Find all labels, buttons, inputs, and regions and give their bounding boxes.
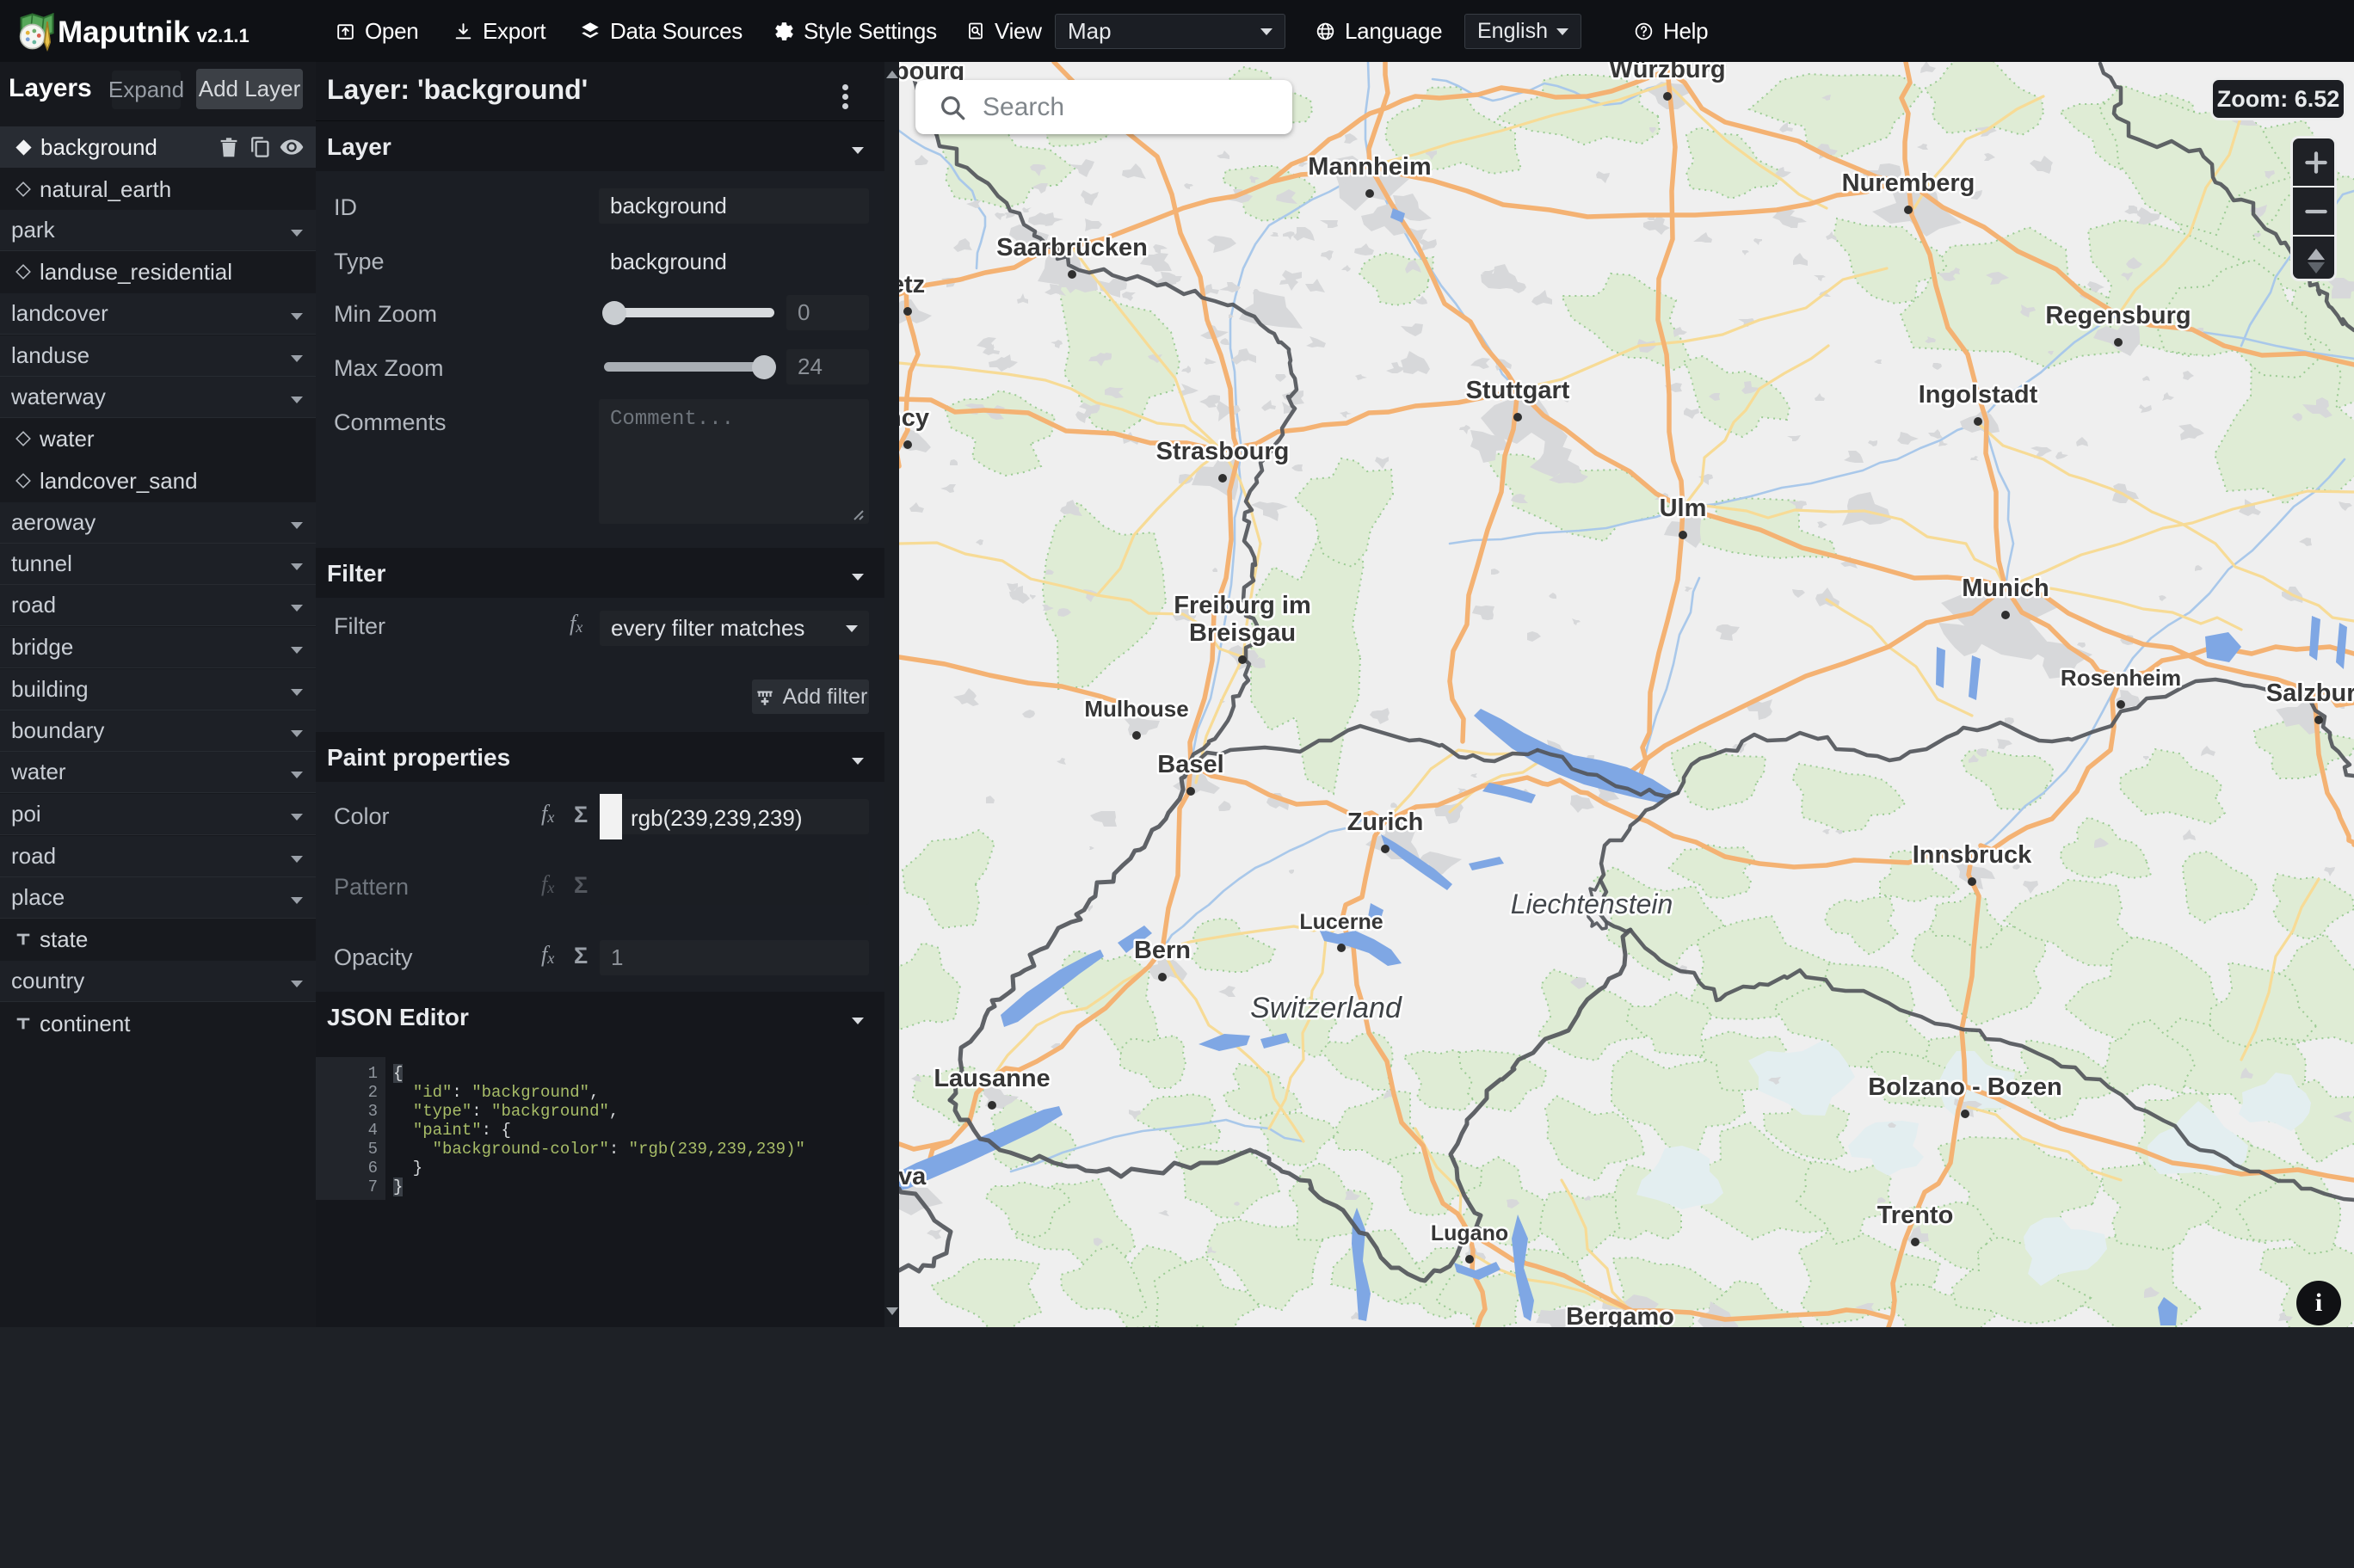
svg-text:Zurich: Zurich — [1347, 809, 1424, 836]
svg-text:Rosenheim: Rosenheim — [2061, 665, 2181, 691]
svg-text:Strasbourg: Strasbourg — [1156, 438, 1290, 465]
svg-text:Mulhouse: Mulhouse — [1084, 696, 1188, 722]
svg-text:Bolzano - Bozen: Bolzano - Bozen — [1868, 1073, 2062, 1101]
svg-text:Innsbruck: Innsbruck — [1913, 841, 2032, 869]
svg-text:Salzburg: Salzburg — [2266, 679, 2354, 707]
svg-text:etz: etz — [899, 271, 925, 298]
svg-text:Liechtenstein: Liechtenstein — [1511, 889, 1673, 919]
svg-text:Mannheim: Mannheim — [1308, 153, 1431, 181]
svg-text:Nuremberg: Nuremberg — [1842, 169, 1975, 197]
svg-text:Trento: Trento — [1877, 1202, 1954, 1229]
svg-text:Bern: Bern — [1134, 937, 1191, 964]
svg-text:Bergamo: Bergamo — [1566, 1303, 1674, 1327]
svg-text:Ulm: Ulm — [1660, 495, 1707, 522]
svg-text:Ingolstadt: Ingolstadt — [1919, 381, 2038, 409]
svg-text:Basel: Basel — [1157, 751, 1223, 778]
svg-text:Switzerland: Switzerland — [1250, 992, 1402, 1024]
svg-text:eva: eva — [899, 1163, 927, 1190]
svg-text:Lucerne: Lucerne — [1299, 910, 1383, 934]
svg-text:ncy: ncy — [899, 404, 929, 432]
svg-text:Freiburg im: Freiburg im — [1174, 592, 1311, 619]
svg-text:Würzburg: Würzburg — [1609, 62, 1725, 83]
svg-text:Lausanne: Lausanne — [934, 1065, 1050, 1092]
svg-text:Regensburg: Regensburg — [2045, 302, 2191, 329]
svg-text:Munich: Munich — [1962, 575, 2049, 602]
svg-text:Stuttgart: Stuttgart — [1466, 377, 1570, 404]
svg-text:Saarbrücken: Saarbrücken — [996, 234, 1148, 261]
svg-text:Breisgau: Breisgau — [1189, 619, 1296, 647]
svg-text:Lugano: Lugano — [1431, 1221, 1508, 1245]
